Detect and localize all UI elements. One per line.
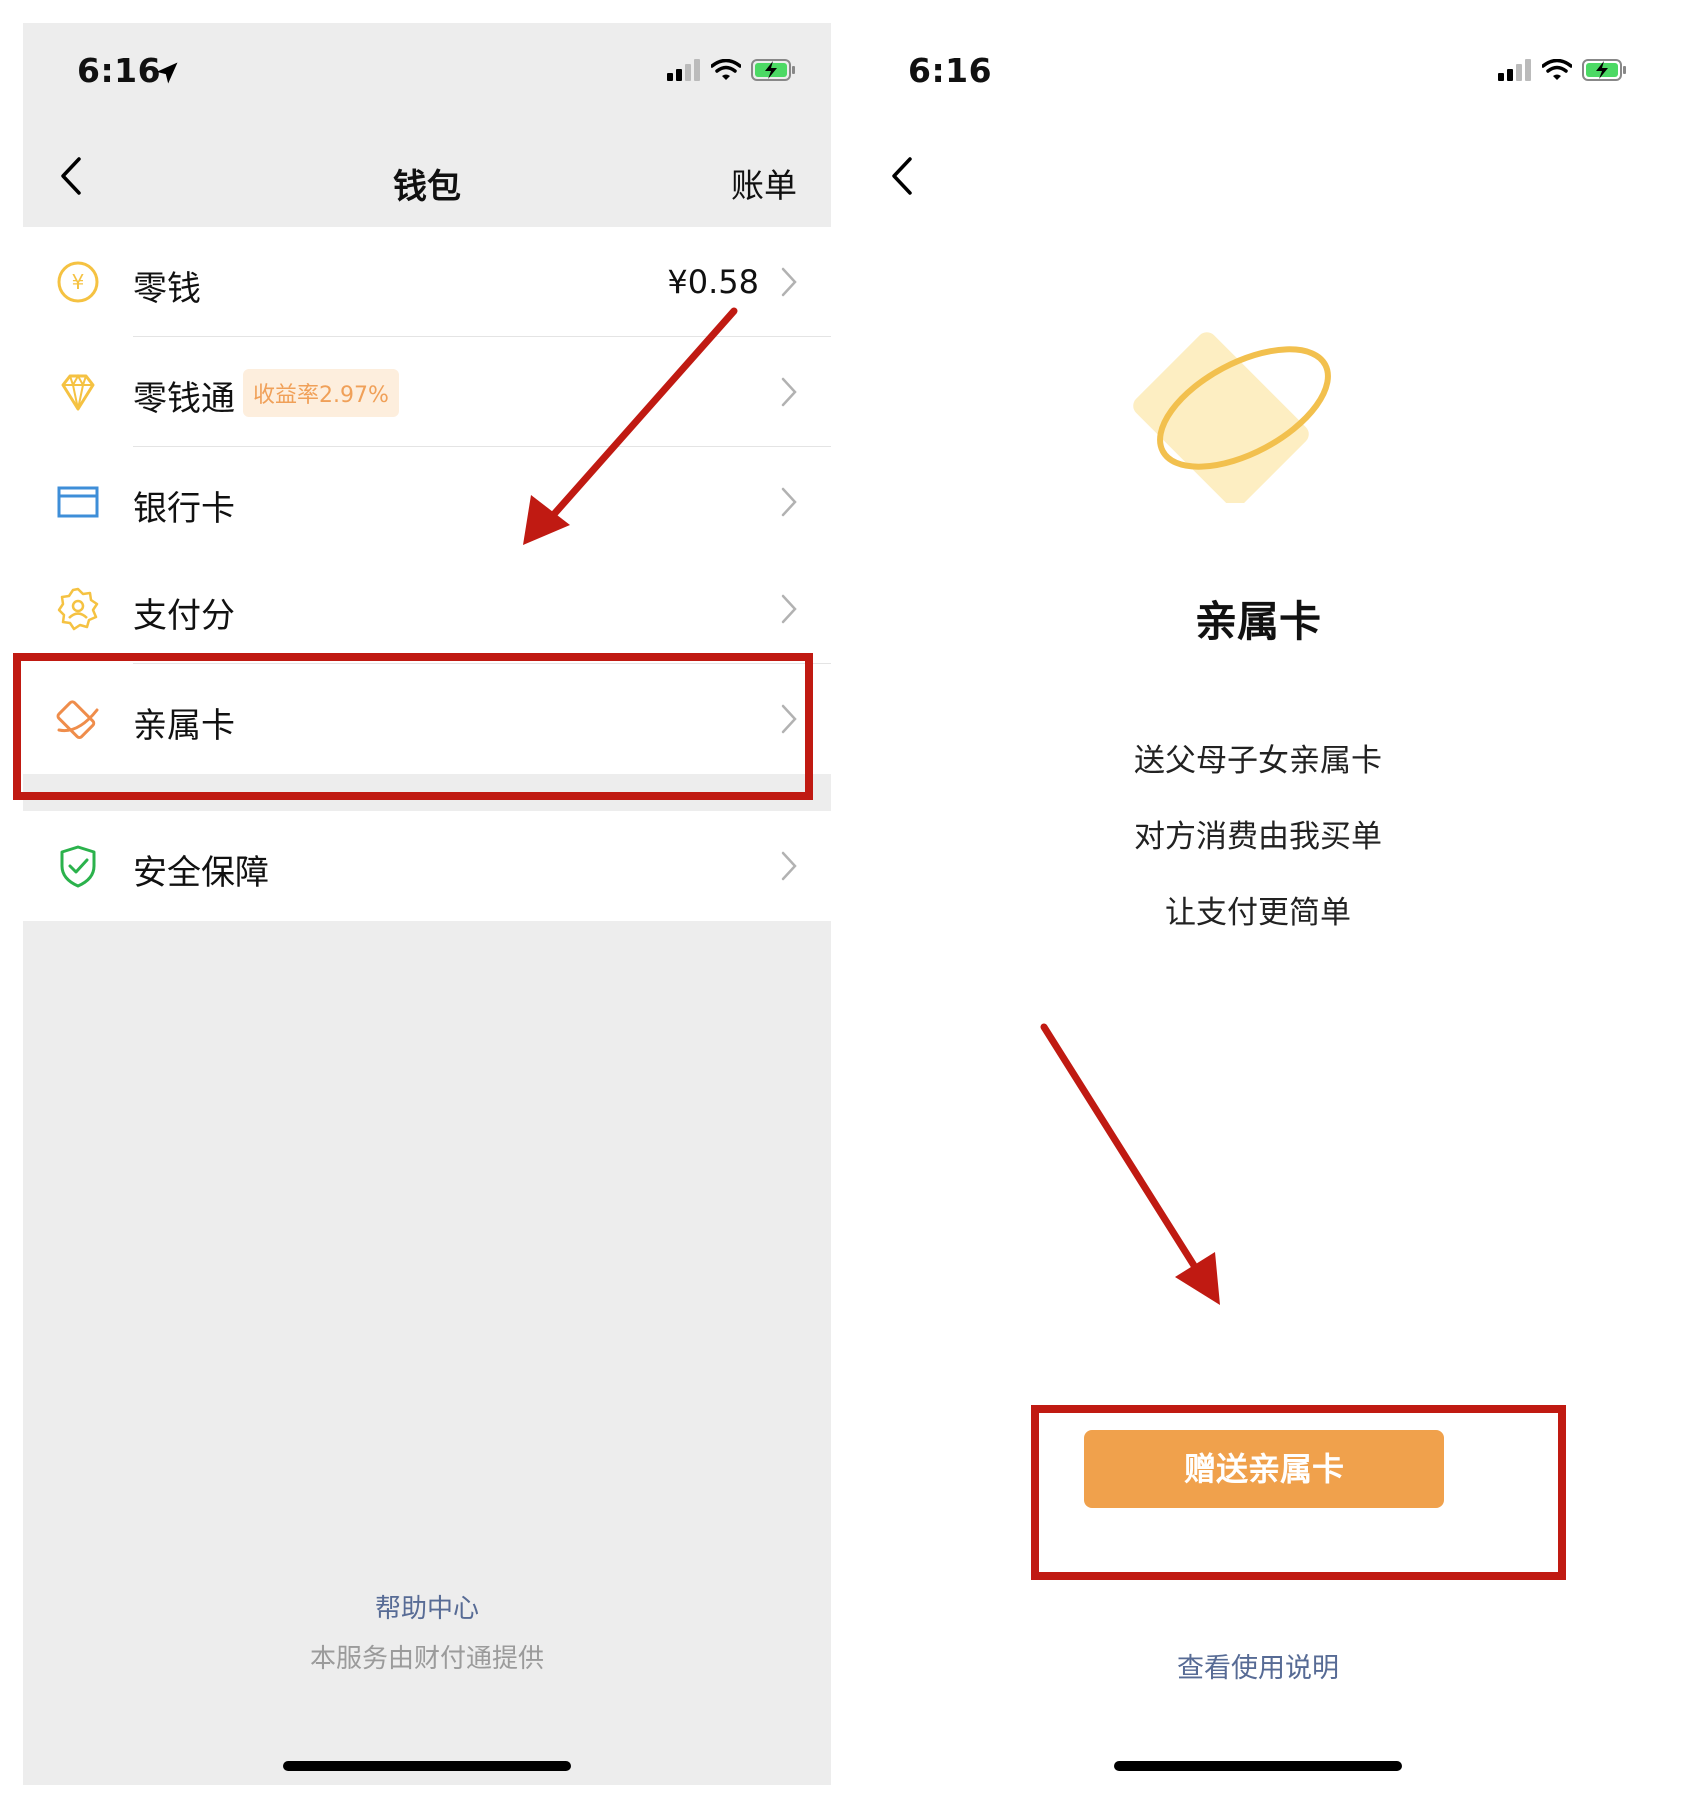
row-label: 安全保障 <box>133 853 269 893</box>
back-chevron-icon[interactable] <box>884 153 924 199</box>
view-instructions-link[interactable]: 查看使用说明 <box>854 1646 1662 1685</box>
chevron-right-icon <box>781 594 797 624</box>
bank-card-icon <box>57 486 99 518</box>
status-bar: 6:16 <box>854 23 1662 123</box>
row-security[interactable]: 安全保障 <box>23 811 831 921</box>
location-arrow-icon <box>156 62 178 84</box>
status-bar: 6:16 <box>23 23 831 123</box>
chevron-right-icon <box>781 487 797 517</box>
status-icons <box>667 58 797 82</box>
row-bank-card[interactable]: 银行卡 <box>23 447 831 557</box>
row-change[interactable]: ¥ 零钱 ¥0.58 <box>23 227 831 337</box>
row-label: 零钱 <box>133 269 201 309</box>
nav-bar: 钱包 账单 <box>23 123 831 227</box>
wallet-group-services: 支付分 亲属卡 <box>23 554 831 774</box>
pay-score-icon <box>57 587 99 631</box>
family-card-title: 亲属卡 <box>1194 597 1321 646</box>
svg-text:¥: ¥ <box>72 270 85 294</box>
chevron-right-icon <box>781 704 797 734</box>
home-indicator[interactable] <box>1114 1761 1402 1771</box>
help-center-link[interactable]: 帮助中心 <box>23 1588 831 1625</box>
provider-note: 本服务由财付通提供 <box>309 1644 544 1674</box>
row-label: 银行卡 <box>133 489 235 529</box>
row-label: 亲属卡 <box>133 706 235 746</box>
cellular-signal-icon <box>1498 59 1531 81</box>
battery-charging-icon <box>1582 59 1626 81</box>
chevron-right-icon <box>781 851 797 881</box>
family-card-screen: 6:16 亲属卡 送父母子女亲属卡 对方消费由我买单 让支付更简单 赠送亲属卡 … <box>854 23 1662 1785</box>
gift-family-card-button[interactable]: 赠送亲属卡 <box>1084 1430 1444 1508</box>
status-icons <box>1498 58 1628 82</box>
yield-badge: 收益率2.97% <box>243 369 399 417</box>
row-pay-score[interactable]: 支付分 <box>23 554 831 664</box>
page-title: 钱包 <box>393 167 461 207</box>
chevron-right-icon <box>781 267 797 297</box>
wallet-group-security: 安全保障 <box>23 811 831 921</box>
description-line: 送父母子女亲属卡 <box>1134 743 1382 779</box>
yen-coin-icon: ¥ <box>57 261 99 303</box>
status-time: 6:16 <box>908 51 993 90</box>
wallet-screen: 6:16 钱包 账单 ¥ 零钱 ¥0.58 零钱通 收益率2.97% 银行卡 支… <box>23 23 831 1785</box>
nav-bar <box>854 123 1662 227</box>
description-line: 对方消费由我买单 <box>1134 819 1382 855</box>
family-card-icon <box>56 700 99 740</box>
status-time: 6:16 <box>77 51 162 90</box>
wallet-group-balance: ¥ 零钱 ¥0.58 零钱通 收益率2.97% 银行卡 <box>23 227 831 557</box>
cellular-signal-icon <box>667 59 700 81</box>
change-balance: ¥0.58 <box>667 263 759 301</box>
diamond-icon <box>61 373 95 411</box>
row-family-card[interactable]: 亲属卡 <box>23 664 831 774</box>
bill-button[interactable]: 账单 <box>731 159 797 207</box>
row-label: 支付分 <box>133 596 235 636</box>
wifi-icon <box>1542 59 1572 80</box>
description-line: 让支付更简单 <box>1165 895 1351 931</box>
family-card-illustration <box>1133 332 1331 503</box>
wifi-icon <box>711 59 741 80</box>
row-lingqiantong[interactable]: 零钱通 收益率2.97% <box>23 337 831 447</box>
home-indicator[interactable] <box>283 1761 571 1771</box>
chevron-right-icon <box>781 377 797 407</box>
battery-charging-icon <box>751 59 795 81</box>
row-label: 零钱通 <box>133 379 235 419</box>
shield-check-icon <box>60 845 96 888</box>
